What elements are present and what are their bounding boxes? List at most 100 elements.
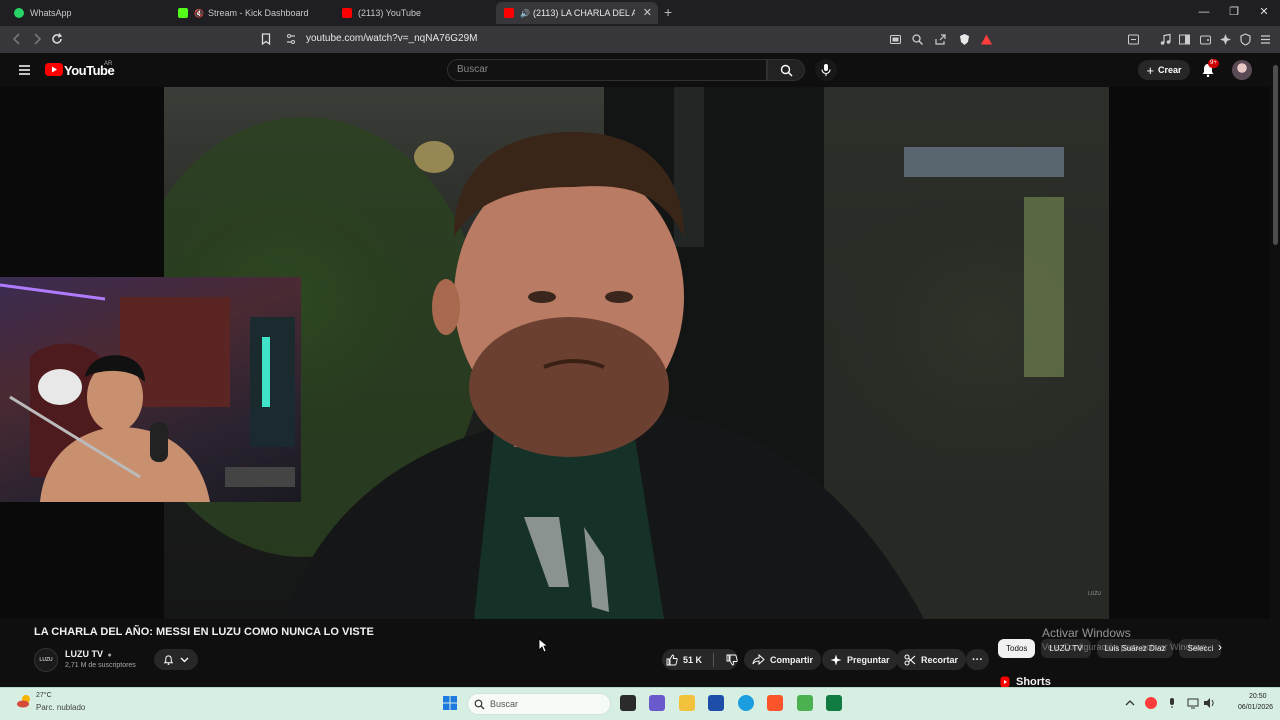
dislike-button[interactable] <box>719 654 738 666</box>
voice-search-button[interactable] <box>815 59 837 81</box>
subscribed-notifications-button[interactable] <box>154 649 198 670</box>
file-explorer-icon[interactable] <box>679 695 695 711</box>
taskbar-time[interactable]: 20:50 <box>1249 693 1267 700</box>
network-icon[interactable] <box>1187 697 1199 709</box>
cast-icon[interactable] <box>889 33 902 46</box>
hamburger-menu-icon[interactable] <box>18 64 31 76</box>
brave-shield-icon[interactable] <box>958 33 971 46</box>
sparkle-icon <box>830 654 842 665</box>
tray-expand-icon[interactable] <box>1124 697 1136 709</box>
video-watermark: LUZU <box>1087 591 1101 597</box>
create-button[interactable]: + Crear <box>1138 60 1190 80</box>
brave-rewards-icon[interactable] <box>980 33 993 46</box>
mouse-cursor <box>538 638 548 653</box>
scrollbar-thumb[interactable] <box>1273 65 1278 245</box>
clip-label: Recortar <box>921 654 959 665</box>
microphone-tray-icon[interactable] <box>1166 697 1178 709</box>
taskbar-search-input[interactable]: Buscar <box>467 693 611 715</box>
menu-icon[interactable] <box>1259 33 1272 46</box>
windows-start-icon[interactable] <box>442 695 458 711</box>
video-scene-image <box>164 87 1109 619</box>
taskbar-date[interactable]: 06/01/2026 <box>1238 704 1273 711</box>
brave-browser-icon[interactable] <box>767 695 783 711</box>
chips-next-arrow-icon[interactable]: › <box>1218 640 1222 654</box>
tray-app-icon[interactable] <box>1145 697 1157 709</box>
vpn-icon[interactable] <box>1239 33 1252 46</box>
channel-name-text: LUZU TV <box>65 649 103 659</box>
tab-kick-dashboard[interactable]: 🔇 Stream - Kick Dashboard <box>170 2 330 24</box>
kick-app-icon[interactable] <box>826 695 842 711</box>
windows-taskbar: 27°C Parc. nublado Buscar 20:50 06/01/20… <box>0 687 1280 720</box>
share-arrow-icon <box>752 654 765 665</box>
user-avatar[interactable] <box>1232 60 1252 80</box>
search-icon <box>780 64 793 77</box>
region-code: AR <box>104 61 113 67</box>
clip-button[interactable]: Recortar <box>896 649 967 670</box>
zoom-icon[interactable] <box>911 33 924 46</box>
tab-label: Stream - Kick Dashboard <box>207 8 309 18</box>
music-note-icon[interactable] <box>1159 33 1172 46</box>
bookmark-icon[interactable] <box>259 32 273 46</box>
restore-button[interactable]: ❐ <box>1227 5 1241 19</box>
youtube-icon <box>342 8 352 18</box>
tab-label: WhatsApp <box>30 8 72 18</box>
browser-tab-strip: WhatsApp 🔇 Stream - Kick Dashboard (2113… <box>0 0 1280 26</box>
tab-label: (2113) YouTube <box>358 8 422 18</box>
weather-temperature[interactable]: 27°C <box>36 692 52 699</box>
back-icon[interactable] <box>10 32 24 46</box>
microsoft-store-icon[interactable] <box>708 695 724 711</box>
new-tab-button[interactable]: + <box>664 4 672 20</box>
share-button[interactable]: Compartir <box>744 649 822 670</box>
microphone-icon <box>821 64 831 76</box>
reload-icon[interactable] <box>50 32 64 46</box>
muted-speaker-icon: 🔇 <box>194 8 204 18</box>
teams-icon[interactable] <box>649 695 665 711</box>
weather-icon[interactable] <box>16 693 32 709</box>
tab-youtube-video[interactable]: 🔊 (2113) LA CHARLA DEL AÑO: ✕ <box>496 2 658 24</box>
windows-activation-subtitle: Ve a Configuración para activar Windows. <box>1042 642 1210 652</box>
plus-icon: + <box>1146 62 1155 78</box>
task-view-icon[interactable] <box>620 695 636 711</box>
tab-youtube-home[interactable]: (2113) YouTube <box>334 2 494 24</box>
like-button[interactable]: 51 K <box>662 654 704 666</box>
site-settings-icon[interactable] <box>285 33 297 45</box>
leo-ai-icon[interactable] <box>1219 33 1232 46</box>
webcam-image <box>0 283 295 502</box>
youtube-logo-icon[interactable] <box>45 63 63 76</box>
whatsapp-icon <box>14 8 24 18</box>
tab-whatsapp[interactable]: WhatsApp <box>6 2 166 24</box>
edge-icon[interactable] <box>738 695 754 711</box>
close-window-button[interactable]: ✕ <box>1257 5 1271 19</box>
youtube-icon <box>504 8 514 18</box>
bell-icon <box>163 654 174 665</box>
search-button[interactable] <box>767 59 805 81</box>
tab-label: (2113) LA CHARLA DEL AÑO: <box>532 8 635 18</box>
search-input[interactable]: Buscar <box>447 59 767 81</box>
verified-icon: ● <box>107 652 112 659</box>
channel-name[interactable]: LUZU TV ● <box>65 649 112 659</box>
divider <box>713 652 714 667</box>
thumbs-up-icon <box>666 654 678 665</box>
reading-list-icon[interactable] <box>1178 33 1191 46</box>
sidebar-toggle-icon[interactable] <box>1127 33 1140 46</box>
share-icon[interactable] <box>934 33 947 46</box>
minimize-button[interactable]: — <box>1197 5 1211 19</box>
app-icon[interactable] <box>797 695 813 711</box>
page-scrollbar[interactable] <box>1271 53 1280 687</box>
chip-all[interactable]: Todos <box>998 638 1036 658</box>
share-label: Compartir <box>770 654 814 665</box>
wallet-icon[interactable] <box>1199 33 1212 46</box>
forward-icon[interactable] <box>30 32 44 46</box>
video-frame[interactable]: LUZU <box>164 87 1109 619</box>
taskbar-search-icon <box>474 699 485 710</box>
notification-count-badge: 9+ <box>1208 59 1219 68</box>
video-title: LA CHARLA DEL AÑO: MESSI EN LUZU COMO NU… <box>34 626 374 638</box>
volume-icon[interactable] <box>1203 697 1215 709</box>
channel-avatar[interactable]: LUZU <box>34 648 58 672</box>
url-field[interactable]: youtube.com/watch?v=_nqNA76G29M <box>306 33 478 44</box>
close-tab-icon[interactable]: ✕ <box>643 6 652 19</box>
weather-description[interactable]: Parc. nublado <box>36 703 85 712</box>
ask-button[interactable]: Preguntar <box>822 649 898 670</box>
more-actions-button[interactable]: ··· <box>966 649 989 670</box>
browser-navbar: youtube.com/watch?v=_nqNA76G29M <box>0 26 1280 53</box>
